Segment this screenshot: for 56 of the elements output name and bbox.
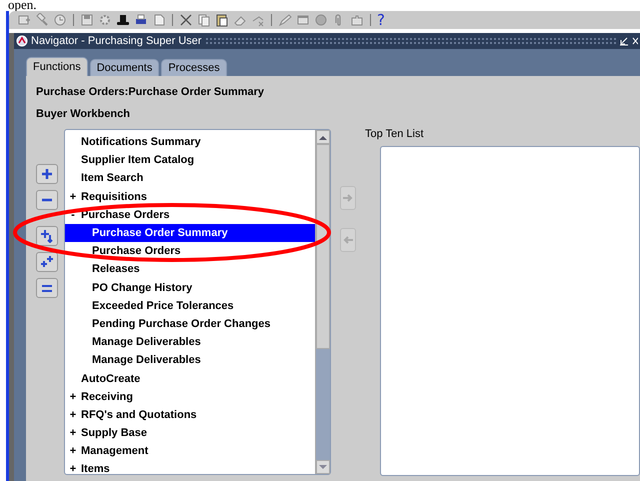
plus-arrow-icon: [40, 229, 54, 243]
down-arrow-icon[interactable]: [319, 464, 327, 470]
help-button[interactable]: ?: [377, 12, 385, 28]
tree-item[interactable]: Purchase Orders: [65, 242, 315, 260]
add-button[interactable]: [340, 186, 356, 210]
up-arrow-icon[interactable]: [319, 134, 327, 140]
page-text: open.: [7, 0, 37, 11]
tree-item[interactable]: PO Change History: [65, 278, 315, 297]
tree-item[interactable]: + Items: [65, 460, 315, 479]
collapse-all-button[interactable]: [36, 278, 58, 298]
tree-item[interactable]: + Receiving: [65, 388, 315, 406]
expand-button[interactable]: [36, 164, 58, 184]
left-arrow-icon: [343, 235, 353, 245]
tree-item[interactable]: Notifications Summary: [65, 133, 315, 152]
pen-icon[interactable]: [278, 13, 292, 27]
printer-icon[interactable]: [134, 13, 148, 27]
tree-item[interactable]: + Management: [65, 442, 315, 460]
expand-all-button[interactable]: [36, 252, 58, 272]
remove-button[interactable]: [340, 228, 356, 252]
tree-item[interactable]: Releases: [65, 260, 315, 278]
collapse-button[interactable]: [36, 190, 58, 210]
new-icon[interactable]: [17, 13, 31, 27]
tree-item[interactable]: Exceeded Price Tolerances: [65, 296, 315, 315]
tree-item[interactable]: Supplier Item Catalog: [65, 151, 315, 170]
window-title: Navigator - Purchasing Super User: [31, 35, 202, 47]
top-ten-list-label: Top Ten List: [365, 129, 424, 139]
globe-icon[interactable]: [314, 13, 328, 27]
tree-item[interactable]: AutoCreate: [65, 369, 315, 388]
hat-icon[interactable]: [116, 13, 130, 27]
tab[interactable]: Functions: [26, 57, 88, 76]
clipboard-icon[interactable]: [215, 13, 229, 27]
tab[interactable]: Documents: [90, 59, 160, 76]
tree-item[interactable]: + Supply Base: [65, 424, 315, 442]
tree-item[interactable]: Manage Deliverables: [65, 333, 315, 352]
app-logo-icon: [16, 35, 28, 47]
clock-icon[interactable]: [53, 13, 67, 27]
window-icon[interactable]: [296, 13, 310, 27]
tree-item[interactable]: Pending Purchase Order Changes: [65, 314, 315, 334]
scissors-icon[interactable]: [179, 13, 193, 27]
right-arrow-icon: [343, 193, 353, 203]
tree-item[interactable]: + Requisitions: [65, 188, 315, 206]
tree-item[interactable]: Manage Deliverables: [65, 351, 315, 370]
tab[interactable]: Processes: [161, 59, 227, 76]
tree-item[interactable]: - Purchase Orders: [65, 206, 315, 224]
scrollbar[interactable]: [315, 130, 330, 474]
tree-item[interactable]: + RFQ's and Quotations: [65, 406, 315, 424]
close-icon[interactable]: [632, 36, 638, 46]
responsibility-title: Buyer Workbench: [36, 107, 130, 122]
plus-icon: [40, 167, 54, 181]
breadcrumb-path: Purchase Orders:Purchase Order Summary: [36, 85, 264, 100]
double-plus-icon: [40, 255, 54, 269]
flashlight-icon[interactable]: [35, 13, 49, 27]
tree-item[interactable]: Purchase Order Summary: [65, 224, 315, 242]
tree-item[interactable]: Item Search: [65, 169, 315, 188]
expand-branch-button[interactable]: [36, 226, 58, 246]
minimize-icon[interactable]: [619, 36, 629, 46]
